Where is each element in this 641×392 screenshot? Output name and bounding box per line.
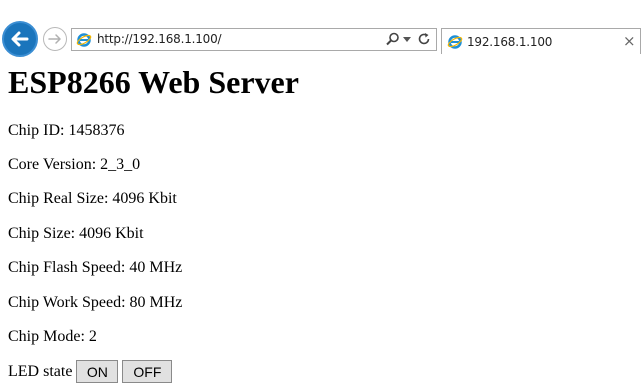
close-icon[interactable]: × — [623, 32, 636, 50]
page-title: ESP8266 Web Server — [8, 64, 299, 100]
address-bar[interactable]: http://192.168.1.100/ — [71, 28, 437, 51]
led-controls: LED state ON OFF — [8, 360, 173, 383]
led-off-button[interactable]: OFF — [122, 360, 173, 383]
back-button[interactable] — [2, 21, 38, 57]
search-icon[interactable] — [386, 32, 400, 46]
page-content: ESP8266 Web Server Chip ID: 1458376 Core… — [8, 58, 633, 383]
forward-button[interactable] — [43, 27, 67, 51]
chip-id-text: Chip ID: 1458376 — [8, 122, 125, 139]
internet-explorer-icon — [76, 33, 92, 47]
internet-explorer-icon — [447, 35, 463, 49]
url-text[interactable]: http://192.168.1.100/ — [97, 32, 222, 46]
chip-real-size-text: Chip Real Size: 4096 Kbit — [8, 190, 177, 207]
tab-title: 192.168.1.100 — [467, 35, 553, 49]
chip-mode-text: Chip Mode: 2 — [8, 328, 97, 345]
chip-work-speed-text: Chip Work Speed: 80 MHz — [8, 294, 183, 311]
chip-flash-speed-text: Chip Flash Speed: 40 MHz — [8, 259, 183, 276]
tab-current[interactable]: 192.168.1.100 × — [441, 28, 641, 54]
core-version-text: Core Version: 2_3_0 — [8, 156, 141, 173]
dropdown-icon[interactable] — [403, 37, 411, 42]
chip-size-text: Chip Size: 4096 Kbit — [8, 225, 144, 242]
led-on-button[interactable]: ON — [76, 360, 119, 383]
led-state-label: LED state — [8, 362, 73, 380]
browser-toolbar: http://192.168.1.100/ 192.168.1.100 × — [0, 0, 641, 58]
forward-arrow-icon — [48, 34, 61, 44]
refresh-icon[interactable] — [417, 32, 431, 46]
back-arrow-icon — [11, 31, 29, 47]
